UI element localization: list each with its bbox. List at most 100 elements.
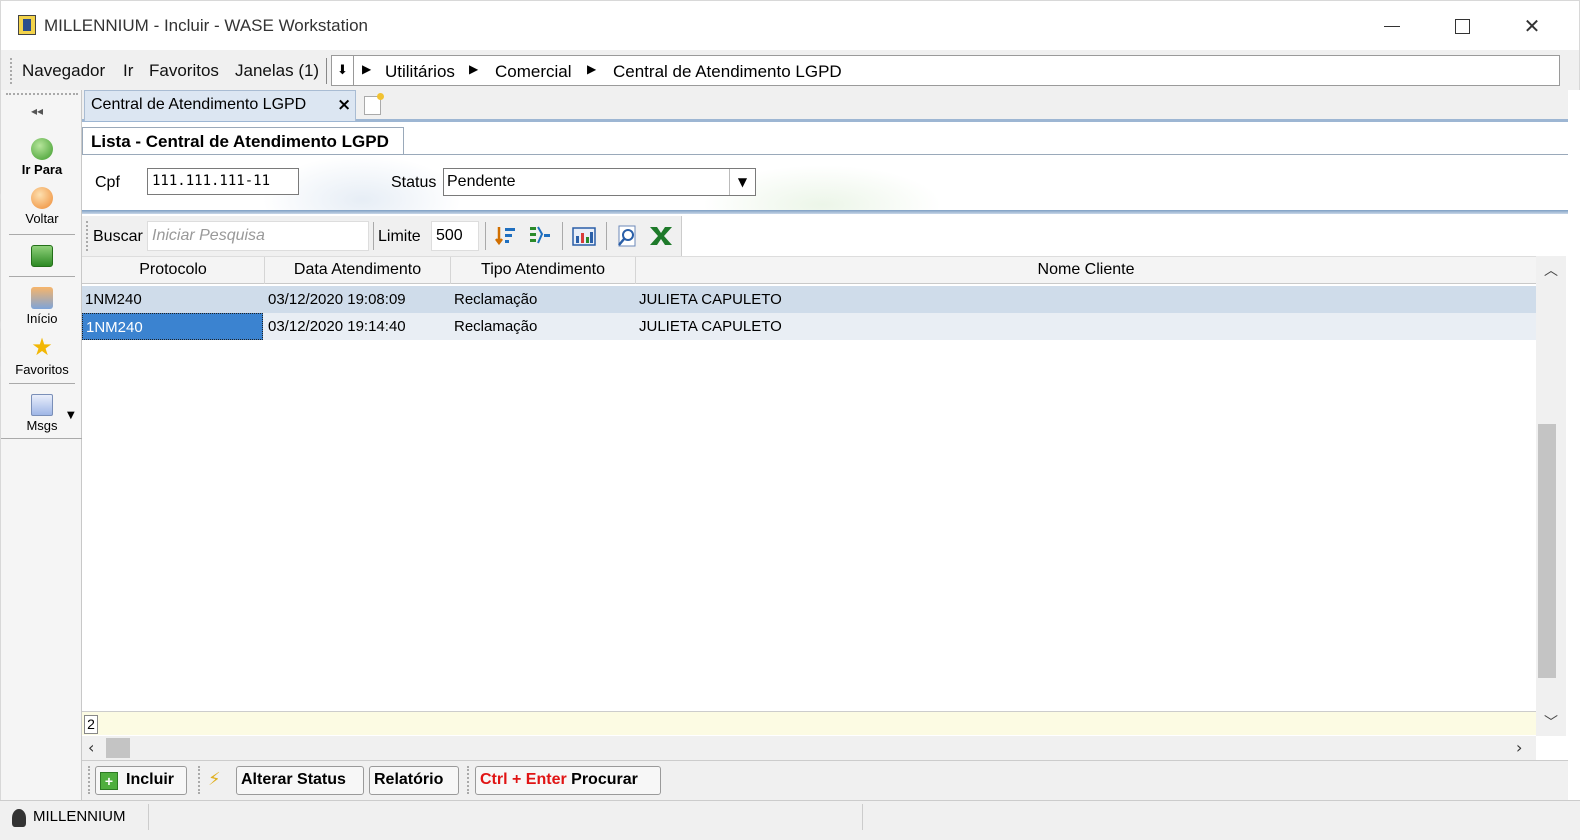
relatorio-button[interactable]: Relatório	[369, 766, 459, 795]
sidebar-item-label: Início	[26, 311, 58, 326]
minimize-icon	[1384, 25, 1400, 27]
table-row[interactable]: 1NM240 03/12/2020 19:08:09 Reclamação JU…	[82, 286, 1536, 313]
filter-panel	[82, 155, 1568, 213]
sidebar-divider	[9, 234, 75, 235]
back-arrow-icon	[31, 187, 53, 209]
new-tab-icon[interactable]	[364, 93, 384, 115]
crumb-comercial[interactable]: Comercial	[495, 62, 572, 82]
toolbar-grip	[88, 766, 90, 794]
column-header-protocolo[interactable]: Protocolo	[82, 257, 265, 284]
title-bar: MILLENNIUM - Incluir - WASE Workstation …	[0, 0, 1580, 50]
sidebar-grip	[6, 93, 78, 95]
cell-data[interactable]: 03/12/2020 19:14:40	[265, 313, 451, 340]
app-icon	[18, 15, 36, 35]
cell-tipo[interactable]: Reclamação	[451, 286, 636, 313]
maximize-icon	[1454, 18, 1470, 34]
chart-icon[interactable]	[572, 224, 596, 248]
scroll-left-icon[interactable]: ‹	[88, 738, 94, 757]
sidebar-divider	[9, 383, 75, 384]
menu-navegador[interactable]: Navegador	[22, 61, 105, 81]
sidebar-item-label: Favoritos	[15, 362, 69, 377]
shortcut-label: Ctrl + Enter	[480, 771, 567, 788]
vertical-scrollbar[interactable]: ︿ ﹀	[1536, 256, 1566, 736]
cpf-label: Cpf	[95, 174, 120, 191]
tab-label: Central de Atendimento LGPD	[91, 96, 307, 113]
scrollbar-thumb[interactable]	[1538, 424, 1556, 678]
excel-export-icon[interactable]	[648, 224, 672, 248]
cpf-input[interactable]: 111.111.111-11	[147, 168, 299, 195]
procurar-button[interactable]: Ctrl + Enter Procurar	[475, 766, 661, 795]
column-header-tipo[interactable]: Tipo Atendimento	[451, 257, 636, 284]
incluir-button[interactable]: + Incluir	[95, 766, 187, 795]
cell-nome[interactable]: JULIETA CAPULETO	[636, 286, 1536, 313]
user-icon	[12, 809, 26, 827]
msgs-dropdown-icon[interactable]: ▼	[67, 410, 75, 421]
limit-label: Limite	[378, 228, 421, 245]
breadcrumb: ⬇ ▶ Utilitários ▶ Comercial ▶ Central de…	[331, 55, 1560, 86]
tab-central-atendimento[interactable]: Central de Atendimento LGPD ×	[84, 90, 356, 121]
status-divider	[862, 804, 863, 830]
limit-input[interactable]: 500	[431, 221, 479, 251]
tab-label: Lista - Central de Atendimento LGPD	[91, 132, 389, 151]
sidebar-divider	[9, 276, 75, 277]
close-icon: ✕	[1523, 14, 1541, 38]
go-arrow-icon	[31, 138, 53, 160]
record-count: 2	[84, 715, 98, 734]
crumb-arrow-icon: ▶	[587, 62, 597, 76]
toolbar-grip	[198, 766, 200, 794]
crumb-arrow-icon: ▶	[469, 62, 479, 76]
status-select[interactable]: Pendente ▼	[443, 168, 756, 196]
toolbar-separator	[562, 222, 563, 250]
grid-header: Protocolo Data Atendimento Tipo Atendime…	[82, 256, 1536, 284]
status-divider	[148, 804, 149, 830]
sidebar-item-label: Msgs	[26, 418, 58, 433]
table-row[interactable]: 1NM240 03/12/2020 19:14:40 Reclamação JU…	[82, 313, 1536, 340]
menu-janelas[interactable]: Janelas (1)	[235, 61, 319, 81]
cell-protocolo[interactable]: 1NM240	[82, 313, 263, 340]
column-header-data[interactable]: Data Atendimento	[265, 257, 451, 284]
toolbar-separator	[485, 222, 486, 250]
crumb-utilitarios[interactable]: Utilitários	[385, 62, 455, 82]
toolbar-grip	[86, 221, 88, 251]
cell-protocolo[interactable]: 1NM240	[82, 286, 265, 313]
preview-search-icon[interactable]	[616, 224, 640, 248]
left-sidebar: ◂◂ Ir Para Voltar Início ★ Favoritos Msg…	[0, 90, 83, 800]
record-count-bar: 2	[82, 711, 1536, 735]
scroll-right-icon[interactable]: ›	[1516, 738, 1522, 757]
maximize-button[interactable]	[1427, 1, 1497, 51]
home-icon	[31, 287, 53, 309]
cell-data[interactable]: 03/12/2020 19:08:09	[265, 286, 451, 313]
cell-tipo[interactable]: Reclamação	[451, 313, 636, 340]
filter-divider	[82, 210, 1568, 214]
status-app-name: MILLENNIUM	[33, 808, 126, 825]
collapse-sidebar-icon[interactable]: ◂◂	[31, 104, 43, 118]
brand-watermark: Millennium	[0, 116, 73, 790]
columns-icon[interactable]	[528, 224, 552, 248]
tab-lista[interactable]: Lista - Central de Atendimento LGPD	[82, 127, 404, 155]
toolbar-grip	[467, 766, 469, 794]
toolbar-grip	[10, 58, 12, 84]
scroll-up-icon[interactable]: ︿	[1536, 260, 1566, 280]
close-tab-icon[interactable]: ×	[337, 95, 351, 115]
horizontal-scrollbar[interactable]: ‹ ›	[82, 736, 1536, 760]
search-input[interactable]: Iniciar Pesquisa	[147, 221, 369, 251]
sort-icon[interactable]	[494, 224, 518, 248]
incluir-label: Incluir	[126, 771, 175, 788]
crumb-central[interactable]: Central de Atendimento LGPD	[613, 62, 842, 82]
status-label: Status	[391, 174, 437, 191]
cell-nome[interactable]: JULIETA CAPULETO	[636, 313, 1536, 340]
menu-ir[interactable]: Ir	[123, 61, 133, 81]
minimize-button[interactable]	[1357, 1, 1427, 51]
breadcrumb-down-icon[interactable]: ⬇	[332, 56, 354, 85]
alterar-status-button[interactable]: Alterar Status	[236, 766, 364, 795]
chevron-down-icon[interactable]: ▼	[729, 169, 755, 195]
refresh-icon	[31, 245, 53, 267]
menu-separator	[326, 58, 327, 84]
column-header-nome[interactable]: Nome Cliente	[636, 257, 1536, 284]
close-window-button[interactable]: ✕	[1497, 1, 1567, 51]
search-label: Buscar	[93, 228, 143, 245]
lightning-icon: ⚡	[208, 769, 221, 790]
menu-favoritos[interactable]: Favoritos	[149, 61, 219, 81]
scrollbar-thumb[interactable]	[106, 738, 130, 758]
scroll-down-icon[interactable]: ﹀	[1536, 712, 1566, 732]
